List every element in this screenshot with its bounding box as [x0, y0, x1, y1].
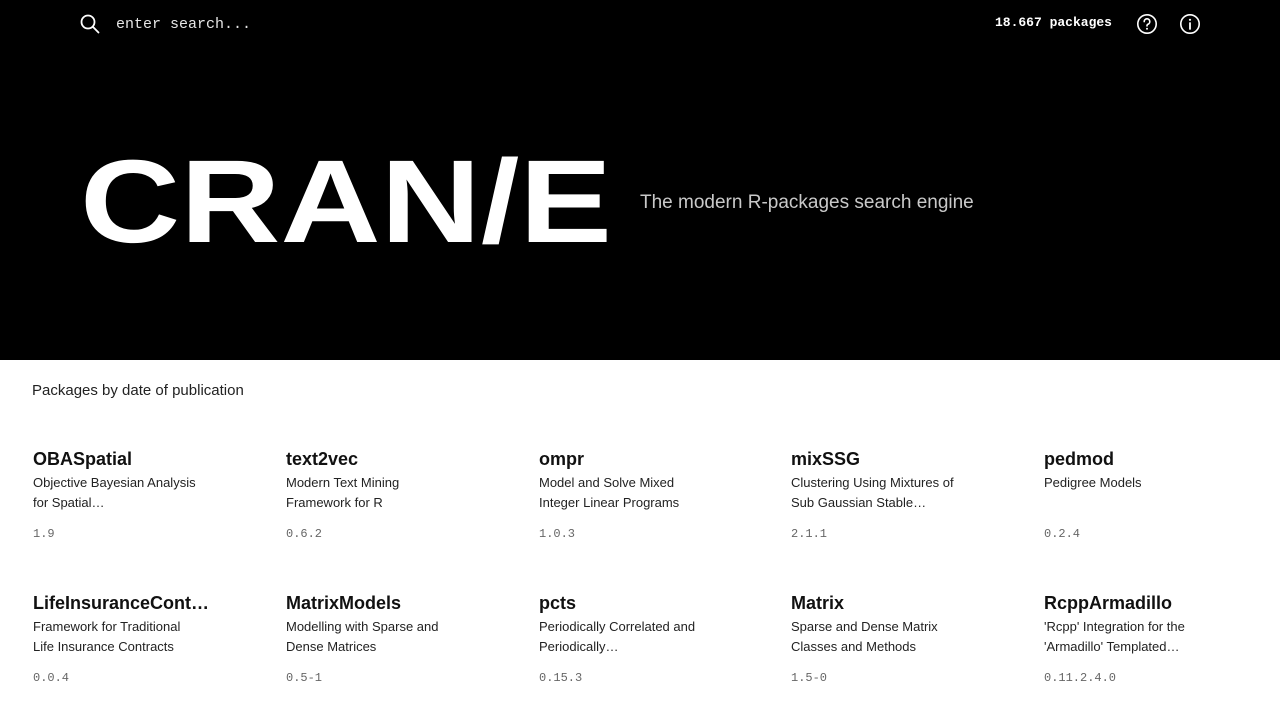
top-bar: 18.667 packages	[0, 0, 1280, 48]
package-description: Modern Text Mining Framework for R	[286, 475, 400, 510]
package-description: Sparse and Dense Matrix Classes and Meth…	[791, 619, 938, 654]
package-description: 'Rcpp' Integration for the 'Armadillo' T…	[1044, 619, 1185, 654]
package-version: 0.2.4	[1044, 527, 1081, 541]
package-card[interactable]: MatrixModels Modelling with Sparse and D…	[286, 592, 516, 712]
package-card[interactable]: pcts Periodically Correlated and Periodi…	[539, 592, 769, 712]
tagline: The modern R-packages search engine	[640, 192, 974, 213]
info-circle-icon[interactable]	[1179, 13, 1201, 35]
search-icon[interactable]	[80, 14, 100, 34]
package-name: pcts	[539, 593, 577, 613]
package-card[interactable]: Matrix Sparse and Dense Matrix Classes a…	[791, 592, 1021, 712]
package-card[interactable]: mixSSG Clustering Using Mixtures of Sub …	[791, 448, 1021, 568]
package-version: 1.0.3	[539, 527, 576, 541]
package-name: RcppArmadillo	[1044, 593, 1173, 613]
section-title: Packages by date of publication	[32, 382, 244, 399]
search-input[interactable]	[108, 12, 408, 36]
logo-text: CRAN/E	[80, 150, 612, 260]
package-count: 18.667 packages	[994, 15, 1112, 30]
package-name: MatrixModels	[286, 593, 402, 613]
package-version: 0.11.2.4.0	[1044, 671, 1117, 685]
package-description: Clustering Using Mixtures of Sub Gaussia…	[791, 475, 954, 510]
package-card[interactable]: OBASpatial Objective Bayesian Analysis f…	[33, 448, 263, 568]
package-version: 0.0.4	[33, 671, 70, 685]
package-version: 1.9	[33, 527, 55, 541]
package-description: Model and Solve Mixed Integer Linear Pro…	[539, 475, 680, 510]
package-card[interactable]: text2vec Modern Text Mining Framework fo…	[286, 448, 516, 568]
package-version: 0.5-1	[286, 671, 323, 685]
package-version: 0.6.2	[286, 527, 323, 541]
package-name: ompr	[539, 449, 584, 469]
package-card[interactable]: RcppArmadillo 'Rcpp' Integration for the…	[1044, 592, 1274, 712]
package-version: 1.5-0	[791, 671, 828, 685]
package-description: Objective Bayesian Analysis for Spatial…	[33, 475, 196, 510]
hero-banner: 18.667 packages CRAN/E The modern R-pack…	[0, 0, 1280, 360]
package-description: Periodically Correlated and Periodically…	[539, 619, 696, 654]
package-description: Modelling with Sparse and Dense Matrices	[286, 619, 439, 654]
package-version: 0.15.3	[539, 671, 583, 685]
package-card[interactable]: pedmod Pedigree Models 0.2.4	[1044, 448, 1274, 568]
package-name: mixSSG	[791, 449, 861, 469]
package-version: 2.1.1	[791, 527, 828, 541]
package-card[interactable]: LifeInsuranceCont… Framework for Traditi…	[33, 592, 263, 712]
help-circle-icon[interactable]	[1136, 13, 1158, 35]
package-name: LifeInsuranceCont…	[33, 593, 210, 613]
package-name: OBASpatial	[33, 449, 133, 469]
crane-logo: CRAN/E	[80, 150, 612, 260]
package-description: Framework for Traditional Life Insurance…	[33, 619, 181, 654]
package-name: pedmod	[1044, 449, 1114, 469]
package-card[interactable]: ompr Model and Solve Mixed Integer Linea…	[539, 448, 769, 568]
package-name: text2vec	[286, 449, 359, 469]
package-name: Matrix	[791, 593, 845, 613]
package-description: Pedigree Models	[1044, 475, 1142, 490]
